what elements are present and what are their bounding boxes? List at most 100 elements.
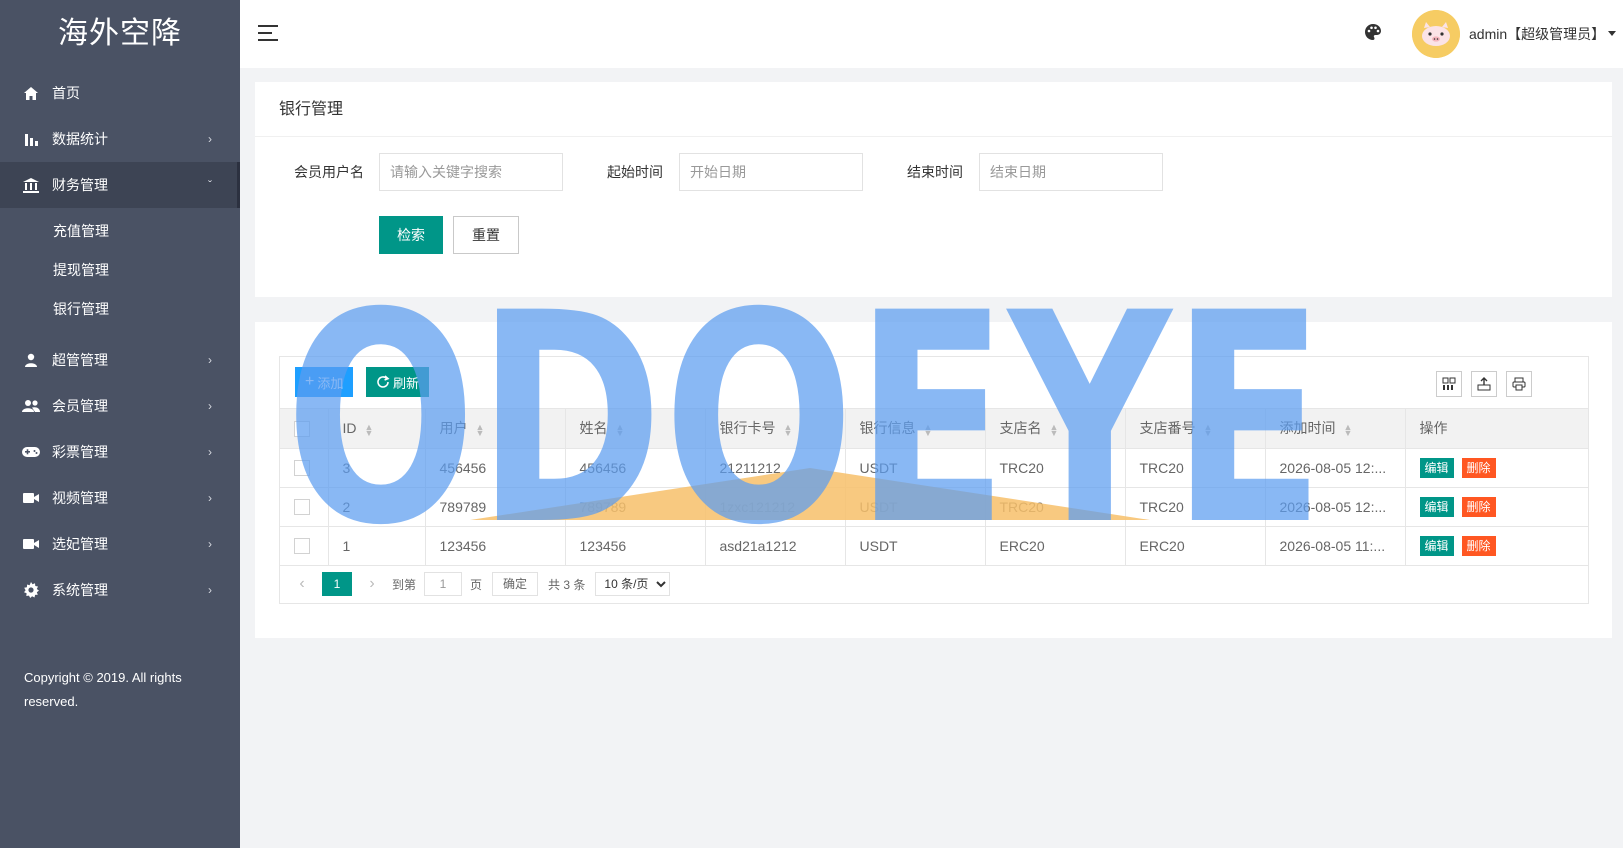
column-header-branch-no[interactable]: 支店番号 ▲ ▼ — [1125, 409, 1266, 449]
column-header-time[interactable]: 添加时间 ▲ ▼ — [1265, 409, 1406, 449]
user-name[interactable]: admin【超级管理员】 — [1469, 24, 1605, 44]
sidebar-item-concubine[interactable]: 选妃管理 › — [0, 521, 240, 567]
finance-submenu: 充值管理 提现管理 银行管理 — [0, 208, 240, 337]
username-search-input[interactable] — [379, 153, 563, 191]
cell-card: asd21a1212 — [705, 526, 846, 566]
goto-page-input[interactable] — [424, 572, 463, 596]
home-icon — [22, 84, 40, 102]
page-current[interactable]: 1 — [322, 572, 352, 596]
page-size-select[interactable]: 10 条/页 — [595, 572, 671, 596]
delete-button[interactable]: 删除 — [1461, 535, 1496, 556]
sort-icon[interactable]: ▲ ▼ — [784, 422, 793, 437]
edit-button[interactable]: 编辑 — [1419, 535, 1454, 556]
video-icon — [22, 489, 40, 507]
sort-icon[interactable]: ▲ ▼ — [365, 422, 374, 437]
bank-table: ID ▲ ▼ 用户 ▲ ▼ 姓名 ▲ ▼ 银行卡号 ▲ ▼ 银行信息 ▲ ▼ 支店名 ▲ ▼ 支店番号 ▲… — [280, 409, 1588, 566]
sidebar-item-members[interactable]: 会员管理 › — [0, 383, 240, 429]
sort-icon[interactable]: ▲ ▼ — [476, 422, 485, 437]
cell-user: 456456 — [425, 448, 566, 488]
menu-toggle-icon[interactable] — [258, 24, 280, 42]
column-header-id[interactable]: ID ▲ ▼ — [328, 409, 426, 449]
pagination: ‹ 1 › 到第 页 确定 共 3 条 10 条/页 — [280, 565, 1588, 603]
chevron-down-icon: ˇ — [208, 178, 212, 192]
prev-page-icon[interactable]: ‹ — [294, 575, 310, 593]
refresh-button[interactable]: 刷新 — [366, 367, 430, 397]
select-all-cell — [280, 409, 329, 449]
row-select-cell — [280, 448, 329, 488]
chevron-right-icon: › — [208, 491, 212, 505]
sidebar-menu: 首页 数据统计 › 财务管理 ˇ — [0, 70, 240, 208]
table-toolbar: + 添加 刷新 — [280, 357, 1588, 409]
palette-icon[interactable] — [1364, 23, 1384, 43]
sidebar-item-label: 超管管理 — [52, 352, 108, 368]
row-select-cell — [280, 526, 329, 566]
row-checkbox[interactable] — [294, 460, 310, 477]
gamepad-icon — [22, 443, 40, 461]
cell-branch-no: TRC20 — [1125, 448, 1266, 488]
column-header-bank[interactable]: 银行信息 ▲ ▼ — [845, 409, 986, 449]
delete-button[interactable]: 删除 — [1461, 496, 1496, 517]
print-icon[interactable] — [1506, 371, 1532, 397]
next-page-icon[interactable]: › — [364, 575, 380, 593]
export-icon[interactable] — [1471, 371, 1497, 397]
refresh-label: 刷新 — [393, 375, 420, 391]
delete-button[interactable]: 删除 — [1461, 457, 1496, 478]
sort-icon[interactable]: ▲ ▼ — [1204, 422, 1213, 437]
sidebar-item-home[interactable]: 首页 — [0, 70, 240, 116]
plus-icon: + — [305, 373, 315, 390]
add-button[interactable]: + 添加 — [295, 367, 354, 397]
reset-button[interactable]: 重置 — [453, 216, 519, 254]
columns-filter-icon[interactable] — [1436, 371, 1462, 397]
search-button[interactable]: 检索 — [379, 216, 443, 254]
goto-confirm-button[interactable]: 确定 — [492, 572, 539, 596]
goto-label: 到第 — [392, 577, 417, 592]
scrollbar[interactable] — [1615, 68, 1623, 848]
sort-icon[interactable]: ▲ ▼ — [616, 422, 625, 437]
sidebar-item-video[interactable]: 视频管理 › — [0, 475, 240, 521]
end-time-label: 结束时间 — [907, 164, 963, 180]
submenu-item-recharge[interactable]: 充值管理 — [0, 212, 240, 251]
top-header: admin【超级管理员】 — [240, 0, 1623, 68]
submenu-item-withdraw[interactable]: 提现管理 — [0, 251, 240, 290]
column-header-card[interactable]: 银行卡号 ▲ ▼ — [705, 409, 846, 449]
end-date-input[interactable] — [979, 153, 1163, 191]
sort-icon[interactable]: ▲ ▼ — [924, 422, 933, 437]
sidebar-item-lottery[interactable]: 彩票管理 › — [0, 429, 240, 475]
avatar[interactable] — [1412, 10, 1460, 58]
column-header-name[interactable]: 姓名 ▲ ▼ — [565, 409, 706, 449]
row-checkbox[interactable] — [294, 538, 310, 555]
cell-branch: TRC20 — [985, 487, 1126, 527]
start-date-input[interactable] — [679, 153, 863, 191]
page-title: 银行管理 — [255, 82, 1612, 137]
sort-icon[interactable]: ▲ ▼ — [1344, 422, 1353, 437]
bar-chart-icon — [22, 130, 40, 148]
video-icon — [22, 535, 40, 553]
row-select-cell — [280, 487, 329, 527]
copyright-text: Copyright © 2019. All rights reserved. — [24, 670, 182, 709]
cell-actions: 编辑 删除 — [1405, 526, 1588, 566]
table-row: 1 123456 123456 asd21a1212 USDT ERC20 ER… — [280, 526, 1588, 566]
caret-down-icon[interactable] — [1608, 31, 1616, 36]
cell-card: 21211212 — [705, 448, 846, 488]
submenu-item-bank[interactable]: 银行管理 — [0, 290, 240, 329]
refresh-icon — [376, 375, 390, 389]
sidebar-item-admin[interactable]: 超管管理 › — [0, 337, 240, 383]
cell-bank: USDT — [845, 487, 986, 527]
sidebar-item-label: 系统管理 — [52, 582, 108, 598]
cell-time: 2026-08-05 12:... — [1265, 448, 1406, 488]
sidebar-item-system[interactable]: 系统管理 › — [0, 567, 240, 613]
select-all-checkbox[interactable] — [294, 420, 310, 437]
username-label: 会员用户名 — [294, 164, 364, 180]
cell-bank: USDT — [845, 448, 986, 488]
sidebar-item-finance[interactable]: 财务管理 ˇ — [0, 162, 240, 208]
edit-button[interactable]: 编辑 — [1419, 496, 1454, 517]
user-icon — [22, 351, 40, 369]
sidebar-item-stats[interactable]: 数据统计 › — [0, 116, 240, 162]
row-checkbox[interactable] — [294, 499, 310, 516]
page-unit-label: 页 — [470, 577, 483, 592]
edit-button[interactable]: 编辑 — [1419, 457, 1454, 478]
column-header-user[interactable]: 用户 ▲ ▼ — [425, 409, 566, 449]
cell-time: 2026-08-05 11:... — [1265, 526, 1406, 566]
column-header-branch[interactable]: 支店名 ▲ ▼ — [985, 409, 1126, 449]
sort-icon[interactable]: ▲ ▼ — [1050, 422, 1059, 437]
